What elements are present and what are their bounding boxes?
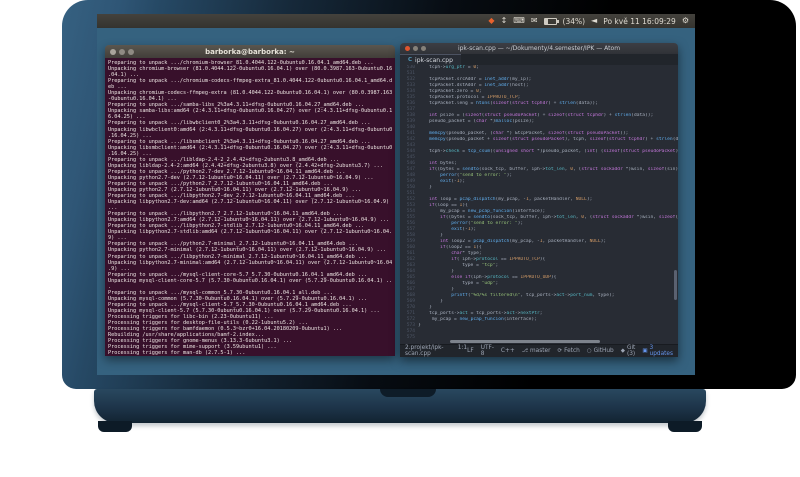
horizontal-scrollbar[interactable] [450,340,600,343]
editor-titlebar[interactable]: ipk-scan.cpp — ~/Dokumenty/4.semester/IP… [400,43,678,54]
terminal-title: barborka@barborka: ~ [205,47,295,56]
status-item-icon: ○ [586,348,592,354]
status-item-github[interactable]: ○ GitHub [587,348,614,354]
clock[interactable]: Po kvě 11 16:09:29 [603,17,676,26]
terminal-line: Unpacking samba-libs:amd64 (2:4.3.11+dfs… [108,108,392,115]
status-item-label: C++ [500,348,515,354]
gear-icon[interactable]: ⚙ [682,14,689,28]
tab-ipk-scan[interactable]: C ipk-scan.cpp [400,54,461,65]
terminal-line: Processing triggers for man-db (2.7.5-1)… [108,350,246,356]
laptop-base [94,389,706,423]
terminal-line: Unpacking libpython2.7-stdlib:amd64 (2.7… [108,229,392,236]
battery-icon[interactable] [543,17,559,25]
cpp-file-icon: C [408,57,413,63]
status-item-3-updates[interactable]: ▣ 3 updates [642,345,673,357]
status-item-label: LF [467,348,474,354]
laptop-notch [380,389,436,397]
terminal-line: Preparing to unpack .../mysql-client-cor… [108,271,368,278]
battery-percent: (34%) [562,16,586,26]
terminal-line: Unpacking python2.7-minimal (2.7.12-1ubu… [108,247,386,254]
laptop-foot-right [668,421,702,432]
terminal-output[interactable]: Preparing to unpack .../chromium-browser… [105,58,395,356]
status-item-fetch[interactable]: ⟳ Fetch [557,348,579,354]
status-item-label: GitHub [593,348,614,354]
status-item-utf-8[interactable]: UTF-8 [481,345,494,357]
tab-label: ipk-scan.cpp [415,56,453,64]
terminal-line: Preparing to unpack .../libwbclient0_2%3… [108,120,371,127]
status-item-master[interactable]: ⎇ master [522,348,551,354]
status-item-icon: ▣ [642,348,648,354]
editor-tabbar: C ipk-scan.cpp [400,54,678,65]
status-item-label: UTF-8 [480,345,494,357]
terminal-line: Unpacking mysql-common (5.7.30-0ubuntu0.… [108,295,368,302]
system-panel: ◆ ↕ ⌨ ✉ (34%) ◄ Po kvě 11 16:09:29 ⚙ [97,14,695,28]
status-item-icon: ◆ [620,348,625,354]
status-item-label: 3 updates [649,345,673,357]
editor-statusbar: 2.projekt/ipk-scan.cpp 1:1 LF UTF-8 C++ ⎇ ma… [400,344,678,357]
status-item-icon: ⎇ [521,348,529,354]
status-item-label: Git (3) [626,345,636,357]
status-item-label: master [530,348,551,354]
status-file-path[interactable]: 2.projekt/ipk-scan.cpp [405,345,451,357]
terminal-line: Unpacking libwbclient0:amd64 (2:4.3.11+d… [108,126,392,133]
mail-icon[interactable]: ✉ [531,14,538,28]
editor-window: ipk-scan.cpp — ~/Dokumenty/4.semester/IP… [400,43,678,357]
status-item-label: Fetch [564,348,580,354]
vertical-scrollbar[interactable] [674,270,677,300]
laptop-foot-left [98,421,132,432]
terminal-line: Unpacking libpython2.7-minimal:amd64 (2.… [108,259,392,266]
code-lines: 530 tcph->urg_ptr = 0; 531 532 tcpPacket.s… [400,65,678,341]
terminal-line: Unpacking mysql-client-core-5.7 (5.7.30-… [108,277,392,284]
terminal-line: Unpacking chromium-browser (81.0.4044.12… [108,66,392,73]
status-left: 2.projekt/ipk-scan.cpp 1:1 [405,345,467,357]
terminal-line: Unpacking libsmbclient:amd64 (2:4.3.11+d… [108,144,392,151]
software-updater-icon[interactable]: ◆ [488,14,494,28]
terminal-line: Unpacking libldap-2.4-2:amd64 (2.4.42+df… [108,162,383,169]
terminal-line: Preparing to unpack .../libsmbclient_2%3… [108,138,371,145]
status-item-git-3-[interactable]: ◆ Git (3) [621,345,636,357]
terminal-line: Unpacking libpython2.7-dev:amd64 (2.7.12… [108,199,390,206]
status-item-lf[interactable]: LF [467,348,474,354]
volume-icon[interactable]: ◄ [591,14,597,28]
status-right: LF UTF-8 C++ ⎇ master ⟳ Fetch ○ GitHub ◆ Git (3) ▣ 3… [467,345,673,357]
editor-title: ipk-scan.cpp — ~/Dokumenty/4.semester/IP… [457,45,621,52]
status-item-icon: ⟳ [557,348,563,354]
terminal-line: Preparing to unpack .../libpython2.7-min… [108,253,368,260]
desktop-screen: ◆ ↕ ⌨ ✉ (34%) ◄ Po kvě 11 16:09:29 ⚙ bar… [97,14,695,375]
status-item-c-[interactable]: C++ [501,348,515,354]
terminal-titlebar[interactable]: barborka@barborka: ~ [105,45,395,58]
keyboard-indicator-icon[interactable]: ⌨ [513,14,525,28]
code-editor[interactable]: 530 tcph->urg_ptr = 0; 531 532 tcpPacket.s… [400,65,678,344]
status-cursor-position[interactable]: 1:1 [458,345,467,357]
terminal-window: barborka@barborka: ~ Preparing to unpack… [105,45,395,356]
network-icon[interactable]: ↕ [501,14,508,28]
terminal-line: Preparing to unpack .../chromium-codecs-… [108,78,392,85]
laptop-mockup: ◆ ↕ ⌨ ✉ (34%) ◄ Po kvě 11 16:09:29 ⚙ bar… [0,0,800,477]
